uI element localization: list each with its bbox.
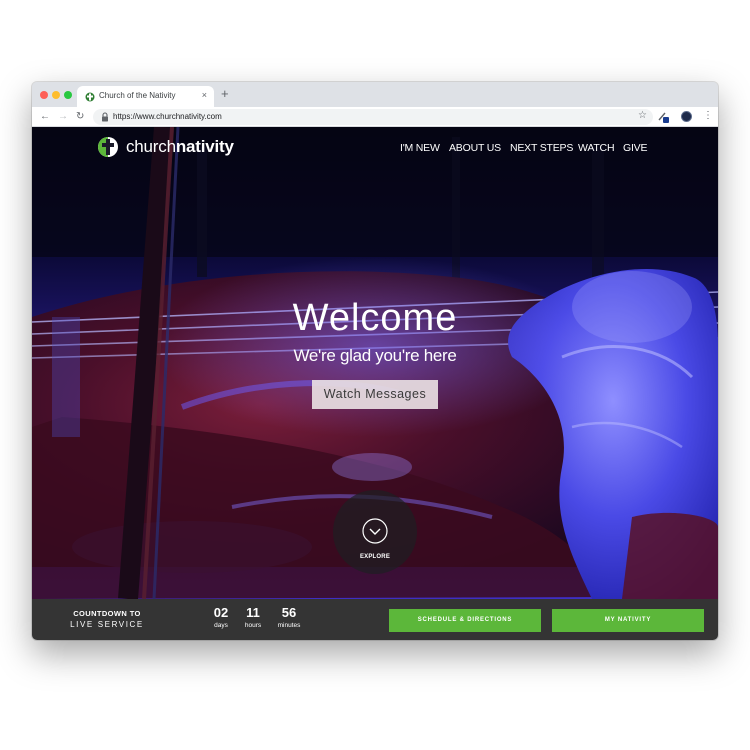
countdown-days-label: days [214, 622, 228, 629]
logo-text-bold: nativity [175, 137, 234, 156]
browser-tab[interactable]: Church of the Nativity × [77, 86, 214, 107]
logo-icon [98, 137, 118, 157]
countdown-hours-label: hours [244, 622, 262, 629]
logo-text: churchnativity [126, 137, 234, 157]
countdown-minutes: 56 minutes [271, 606, 307, 631]
countdown-title: COUNTDOWN TO [73, 609, 141, 618]
nav-item-about-us[interactable]: ABOUT US [449, 142, 501, 154]
reload-button[interactable]: ↻ [76, 110, 84, 124]
logo-text-light: church [126, 137, 176, 156]
countdown-hours: 11 hours [235, 606, 271, 631]
profile-icon[interactable] [681, 111, 692, 122]
watch-messages-button[interactable]: Watch Messages [312, 380, 438, 409]
nav-item-im-new[interactable]: I'M NEW [400, 142, 440, 154]
nav-item-give[interactable]: GIVE [623, 142, 647, 154]
back-button[interactable]: ← [40, 110, 50, 124]
tab-close-icon[interactable]: × [202, 90, 207, 100]
countdown-minutes-label: minutes [277, 622, 301, 629]
web-page: churchnativity I'M NEW ABOUT US NEXT STE… [32, 127, 718, 640]
star-icon[interactable]: ☆ [638, 110, 647, 121]
hero-title: Welcome [292, 297, 458, 339]
chevron-down-icon [362, 518, 388, 544]
countdown-subtitle: LIVE SERVICE [70, 620, 144, 629]
my-nativity-button[interactable]: MY NATIVITY [552, 609, 704, 632]
menu-icon[interactable]: ⋮ [703, 110, 713, 122]
countdown-days-value: 02 [213, 605, 229, 620]
countdown-days: 02 days [203, 606, 239, 631]
schedule-directions-button[interactable]: SCHEDULE & DIRECTIONS [389, 609, 541, 632]
tab-title: Church of the Nativity [99, 91, 176, 100]
countdown-hours-value: 11 [246, 605, 260, 620]
tab-strip: Church of the Nativity × + [32, 82, 718, 107]
countdown-bar: COUNTDOWN TO LIVE SERVICE 02 days 11 hou… [32, 599, 718, 640]
url-text: https://www.churchnativity.com [113, 112, 222, 121]
nav-item-watch[interactable]: WATCH [578, 142, 615, 154]
maximize-window-button[interactable] [64, 91, 72, 99]
favicon-icon [85, 92, 95, 102]
lock-icon [102, 112, 108, 122]
explore-label: EXPLORE [359, 554, 391, 560]
close-window-button[interactable] [40, 91, 48, 99]
countdown-minutes-value: 56 [281, 605, 297, 620]
hero-section: churchnativity I'M NEW ABOUT US NEXT STE… [32, 127, 718, 599]
nav-item-next-steps[interactable]: NEXT STEPS [510, 142, 573, 154]
minimize-window-button[interactable] [52, 91, 60, 99]
browser-window: Church of the Nativity × + ← → ↻ https:/… [32, 82, 718, 640]
browser-toolbar: ← → ↻ https://www.churchnativity.com ☆ ⋮ [32, 107, 718, 127]
hero-subtitle: We're glad you're here [293, 346, 457, 365]
explore-button[interactable]: EXPLORE [333, 490, 417, 574]
new-tab-button[interactable]: + [221, 86, 229, 102]
address-bar[interactable]: https://www.churchnativity.com ☆ [93, 109, 653, 125]
extension-icon[interactable] [657, 110, 669, 123]
forward-button[interactable]: → [58, 110, 68, 124]
